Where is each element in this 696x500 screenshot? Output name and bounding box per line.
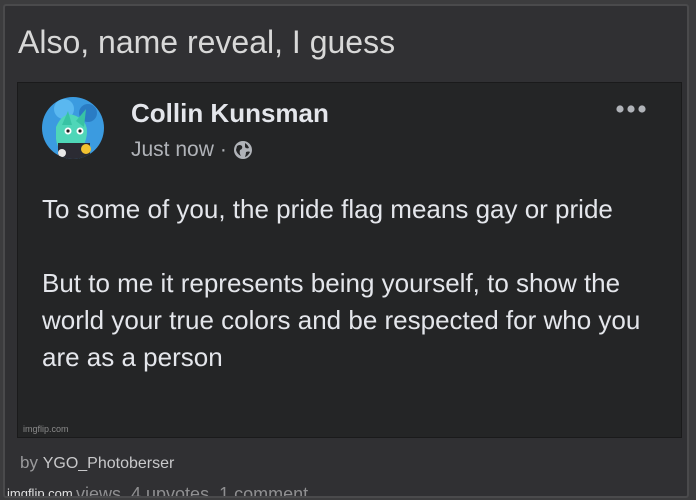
globe-icon[interactable] <box>233 140 253 160</box>
avatar[interactable] <box>42 97 104 159</box>
byline: by YGO_Photoberser <box>20 452 174 475</box>
post-timestamp[interactable]: Just now <box>131 136 214 164</box>
stats-text: views, 4 upvotes, 1 comment <box>76 484 309 498</box>
post-paragraph: To some of you, the pride flag means gay… <box>42 194 613 224</box>
post-paragraph: But to me it represents being yourself, … <box>42 268 641 372</box>
author-name[interactable]: Collin Kunsman <box>131 97 329 129</box>
meme-frame: Also, name reveal, I guess Collin Kunsma… <box>3 4 689 498</box>
more-options-icon[interactable] <box>614 101 648 117</box>
meta-separator: · <box>219 138 227 161</box>
byline-prefix: by <box>20 453 38 472</box>
facebook-post-card: Collin Kunsman Just now · To some of you… <box>17 82 682 438</box>
inner-watermark: imgflip.com <box>23 424 69 434</box>
post-body: To some of you, the pride flag means gay… <box>42 191 662 376</box>
imgflip-watermark: imgflip.com <box>7 486 73 498</box>
uploader-username[interactable]: YGO_Photoberser <box>43 455 175 472</box>
meme-title: Also, name reveal, I guess <box>18 24 396 60</box>
post-meta: Just now · <box>131 136 253 164</box>
